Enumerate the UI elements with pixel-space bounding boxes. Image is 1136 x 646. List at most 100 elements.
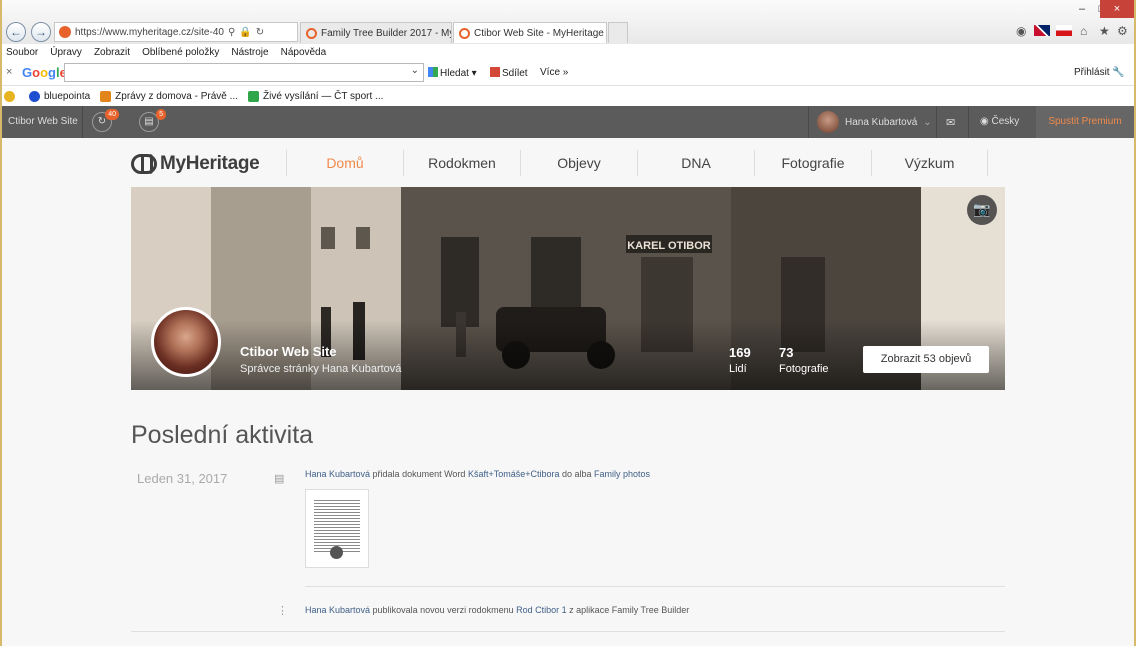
globe-icon: ◉ (980, 116, 989, 127)
camera-icon[interactable]: 📷 (967, 195, 997, 225)
nav-item-domu[interactable]: Domů (286, 150, 403, 176)
search-icon (428, 67, 438, 77)
people-label: Lidí (729, 363, 747, 375)
activity-item: Hana Kubartová přidala dokument Word Kša… (305, 469, 651, 479)
nav-item-dna[interactable]: DNA (637, 150, 754, 176)
site-name-link[interactable]: Ctibor Web Site (8, 116, 78, 127)
browser-tab-row: ← → https://www.myheritage.cz/site-40 ⚲ … (2, 0, 1134, 44)
google-share-button[interactable]: Sdílet (490, 67, 528, 79)
document-thumbnail[interactable] (305, 489, 369, 568)
address-bar[interactable]: https://www.myheritage.cz/site-40 ⚲ 🔒 ↻ (54, 22, 298, 42)
section-divider (131, 631, 1005, 632)
nav-item-rodokmen[interactable]: Rodokmen (403, 150, 520, 176)
divider (808, 106, 809, 138)
favorite-ct-sport[interactable]: Živé vysílání — ČT sport ... (247, 90, 383, 102)
cz-flag-icon[interactable] (1056, 25, 1072, 36)
site-topbar: Ctibor Web Site ↻ 40 ▤ 5 Hana Kubartová ⌄ … (2, 106, 1134, 138)
activity-user-link[interactable]: Hana Kubartová (305, 605, 370, 615)
photo-stat[interactable]: 73 Fotografie (779, 345, 829, 375)
divider (968, 106, 969, 138)
photo-count: 73 (779, 345, 794, 360)
google-logo: Google (22, 65, 67, 80)
menu-oblibene[interactable]: Oblíbené položky (142, 47, 219, 58)
menu-soubor[interactable]: Soubor (6, 47, 38, 58)
activity-user-link[interactable]: Hana Kubartová (305, 469, 370, 479)
google-signin-button[interactable]: Přihlásit 🔧 (1074, 67, 1125, 78)
favorite-bluepointa[interactable]: bluepointa (29, 90, 90, 102)
mail-icon[interactable]: ✉ (946, 116, 955, 129)
menu-upravy[interactable]: Úpravy (50, 47, 82, 58)
favorites-star-icon[interactable]: ★ (1099, 24, 1110, 38)
menu-zobrazit[interactable]: Zobrazit (94, 47, 130, 58)
user-avatar (817, 111, 839, 133)
tv-icon (247, 90, 259, 102)
activity-tree-link[interactable]: Rod Ctibor 1 (516, 605, 567, 615)
chevron-down-icon: ⌄ (923, 116, 932, 128)
site-avatar[interactable] (151, 307, 221, 377)
main-nav: Domů Rodokmen Objevy DNA Fotografie Výzk… (286, 150, 988, 176)
google-search-button[interactable]: Hledat ▾ (428, 67, 477, 79)
search-icon[interactable]: ⚲ (228, 27, 235, 38)
address-url: https://www.myheritage.cz/site-40 (75, 26, 224, 38)
activity-item: Hana Kubartová publikovala novou verzi r… (305, 605, 690, 615)
uk-flag-icon[interactable] (1034, 25, 1050, 36)
user-name: Hana Kubartová (845, 116, 918, 128)
favorites-bar: bluepointa Zprávy z domova - Právě ... Ž… (2, 86, 1134, 106)
favorite-zpravy[interactable]: Zprávy z domova - Právě ... (100, 90, 238, 102)
people-count: 169 (729, 345, 751, 360)
nav-item-fotografie[interactable]: Fotografie (754, 150, 871, 176)
tab-family-tree-builder[interactable]: Family Tree Builder 2017 - My... (300, 22, 452, 43)
new-tab-button[interactable] (608, 22, 628, 43)
activity-divider (305, 586, 1005, 587)
chevron-down-icon[interactable]: ⌄ (411, 65, 419, 76)
tab-favicon (459, 27, 470, 39)
user-menu[interactable]: Hana Kubartová ⌄ (817, 111, 932, 133)
news-icon (100, 90, 112, 102)
google-more-button[interactable]: Více » (540, 67, 568, 78)
wrench-icon: 🔧 (1112, 67, 1125, 78)
google-search-input[interactable]: ⌄ (64, 63, 424, 82)
home-icon[interactable]: ⌂ (1080, 24, 1087, 38)
activity-document-link[interactable]: Kšaft+Tomáše+Ctibora (468, 469, 560, 479)
document-icon: ▤ (274, 473, 285, 485)
menu-nastroje[interactable]: Nástroje (231, 47, 268, 58)
nav-item-vyzkum[interactable]: Výzkum (871, 150, 988, 176)
nav-item-objevy[interactable]: Objevy (520, 150, 637, 176)
globe-icon (29, 90, 40, 102)
close-toolbar-icon[interactable]: × (6, 66, 12, 78)
refresh-icon[interactable]: ↻ (256, 27, 264, 38)
tab-ctibor-web-site[interactable]: Ctibor Web Site - MyHeritage × (453, 22, 607, 43)
tree-icon: ⋮ (277, 605, 288, 617)
show-discoveries-button[interactable]: Zobrazit 53 objevů (863, 346, 989, 373)
sync-icon[interactable]: ↻ 40 (92, 109, 119, 132)
myheritage-logo[interactable]: MyHeritage (131, 153, 260, 175)
tasks-icon[interactable]: ▤ 5 (139, 109, 166, 132)
favorites-star-icon[interactable] (4, 90, 19, 102)
premium-button[interactable]: Spustit Premium (1036, 106, 1134, 138)
photo-label: Fotografie (779, 363, 829, 375)
language-selector[interactable]: ◉ Česky (980, 116, 1019, 127)
divider (936, 106, 937, 138)
banner-site-title: Ctibor Web Site (240, 344, 337, 359)
document-badge-icon (330, 546, 343, 559)
activity-album-link[interactable]: Family photos (594, 469, 650, 479)
menu-napoveda[interactable]: Nápověda (281, 47, 327, 58)
activity-date: Leden 31, 2017 (137, 471, 228, 486)
banner-manager: Správce stránky Hana Kubartová (240, 363, 402, 375)
settings-gear-icon[interactable]: ⚙ (1117, 24, 1128, 38)
notification-badge: 40 (105, 109, 119, 120)
tab-label: Family Tree Builder 2017 - My... (321, 27, 452, 39)
close-window-icon[interactable]: × (1100, 0, 1134, 18)
site-favicon (59, 26, 71, 38)
addon-icon[interactable]: ◉ (1016, 24, 1026, 38)
back-button[interactable]: ← (6, 22, 26, 42)
lock-icon: 🔒 (239, 26, 252, 38)
people-stat[interactable]: 169 Lidí (729, 345, 751, 375)
share-icon (490, 67, 500, 77)
divider (82, 106, 83, 138)
cover-photo: KAREL OTIBOR 📷 Ctibor Web Site Správce s… (131, 187, 1005, 390)
forward-button[interactable]: → (31, 22, 51, 42)
tab-favicon (306, 27, 317, 39)
logo-mark-icon (131, 154, 157, 174)
recent-activity-title: Poslední aktivita (131, 421, 314, 449)
